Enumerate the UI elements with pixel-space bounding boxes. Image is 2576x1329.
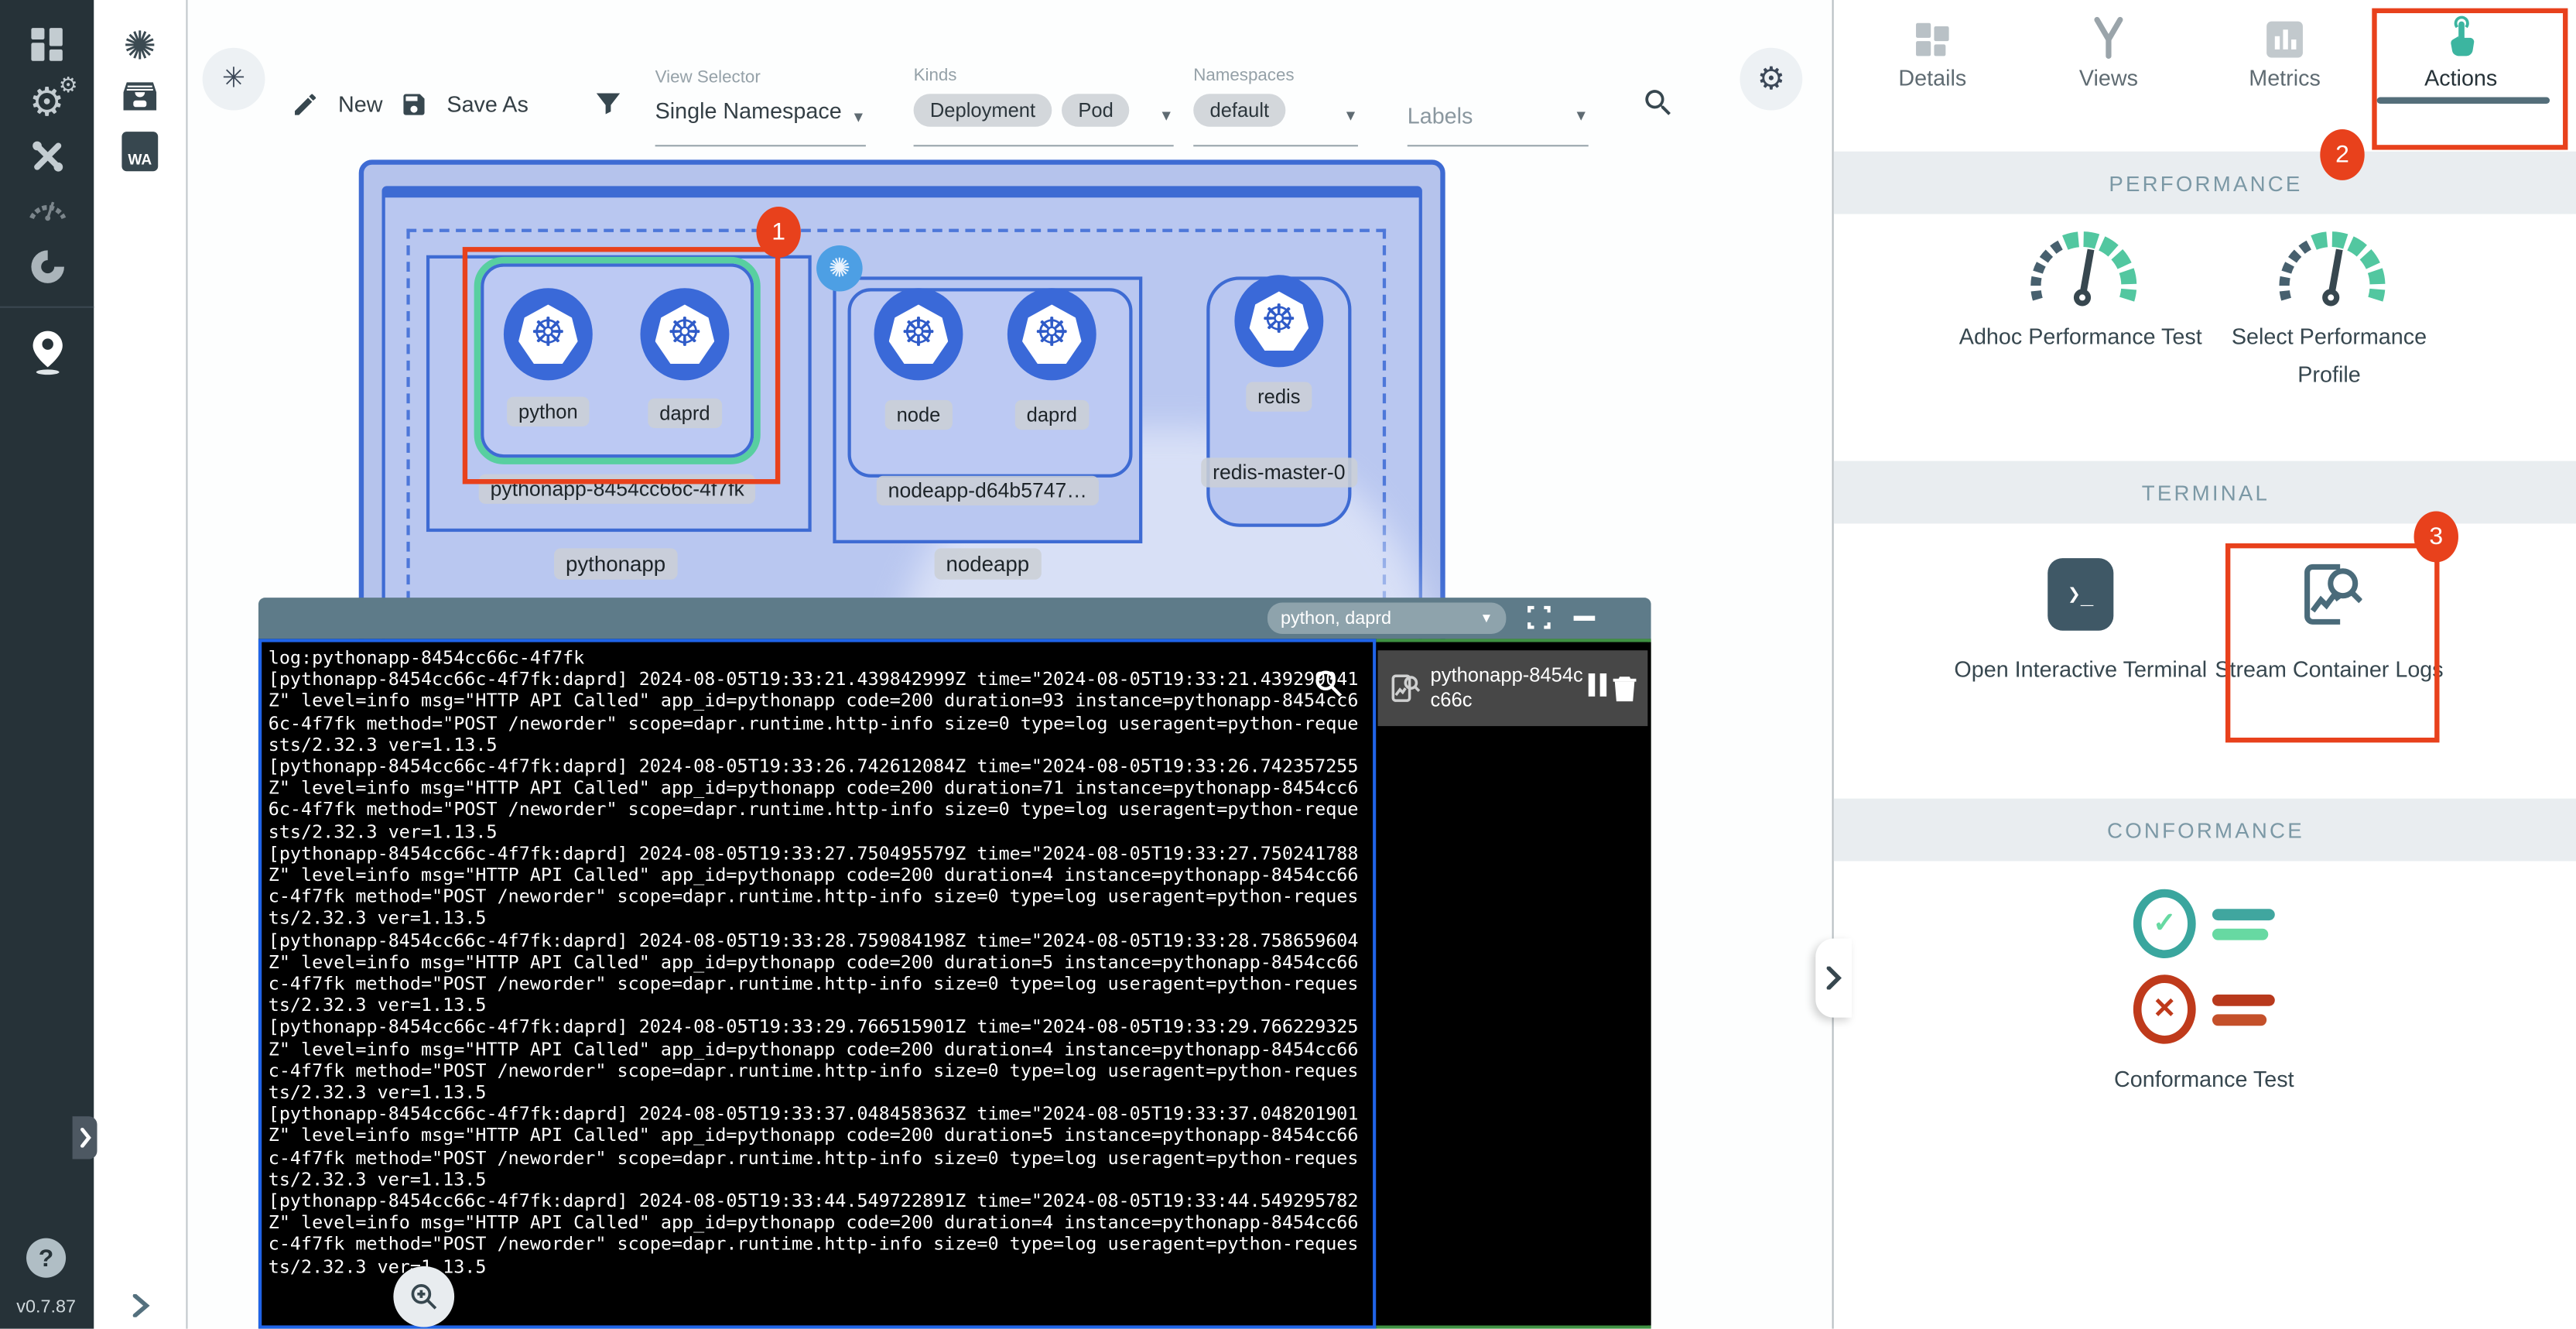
namespace-chip[interactable]: default [1193,94,1285,127]
canvas-zoom-button[interactable] [393,1266,454,1327]
group-label-pythonapp: pythonapp [554,548,677,579]
performance-gauge-icon[interactable] [0,191,94,224]
extensions-icon[interactable] [0,247,94,286]
gauge-icon [2272,228,2387,310]
settings-gear-button[interactable]: ⚙ [1740,48,1802,111]
session-tab[interactable]: pythonapp-8454cc66c [1377,650,1647,726]
search-icon[interactable] [1641,86,1676,128]
kind-chip[interactable]: Deployment [914,94,1052,127]
chevron-down-icon: ▼ [1159,107,1174,123]
canvas-menu-button[interactable]: ✳ [203,48,265,111]
log-output[interactable]: log:pythonapp-8454cc66c-4f7fk [pythonapp… [258,639,1376,1328]
details-grid-icon [1843,0,2021,60]
chevron-down-icon: ▼ [851,108,866,125]
container-label: redis [1246,382,1312,412]
lifecycle-gears-icon[interactable]: ⚙⚙ [0,79,94,127]
version-label: v0.7.87 [16,1297,76,1317]
annotation-box-2 [2372,9,2567,150]
terminal-body: log:pythonapp-8454cc66c-4f7fk [pythonapp… [258,639,1651,1328]
right-details-panel: Details Views Metrics Actions 2 PERFORMA… [1832,0,2576,1329]
chevron-down-icon: ▼ [1343,107,1358,123]
new-button[interactable]: New [292,91,383,127]
tab-metrics[interactable]: Metrics [2196,0,2374,108]
dashboard-icon[interactable] [0,26,94,63]
select-performance-profile-card[interactable]: Select Performance Profile [2198,228,2461,394]
dapr-pinwheel-icon[interactable]: ✺ [94,23,186,71]
section-header-performance: PERFORMANCE [1834,152,2576,214]
sidebar-expand-handle[interactable] [73,1116,97,1159]
sidebar-divider [0,307,94,308]
section-header-terminal: TERMINAL [1834,461,2576,524]
minimize-icon[interactable] [1574,616,1596,621]
extensions-rail: ✺ WA [94,0,187,1329]
trash-icon[interactable] [1612,673,1638,703]
fullscreen-icon[interactable] [1527,606,1551,637]
dapr-spiral-badge-icon: ✺ [816,245,863,292]
stream-logs-icon [1387,672,1421,705]
rail-expand-chevron-icon[interactable] [94,1294,186,1317]
gauge-icon [2023,228,2138,310]
conformance-test-card[interactable]: ✓ ✕ Conformance Test [2072,889,2335,1098]
annotation-badge-1: 1 [756,207,800,258]
gear-icon: ⚙ [1757,60,1785,98]
container-label: node [885,400,953,430]
annotation-badge-3: 3 [2414,511,2458,562]
pencil-icon [292,91,320,118]
kind-chip[interactable]: Pod [1062,94,1130,127]
kubernetes-wheel-icon: ☸ [901,314,936,354]
tab-views[interactable]: Views [2020,0,2198,108]
archive-inbox-icon[interactable] [94,79,186,115]
metrics-bars-icon [2196,0,2374,60]
chevron-down-icon: ▼ [1480,611,1493,625]
panel-collapse-handle[interactable] [1815,939,1852,1018]
save-as-button[interactable]: Save As [400,91,529,127]
flower-icon: ✳ [222,63,245,96]
annotation-badge-2: 2 [2320,129,2364,180]
terminal-header[interactable]: python, daprd ▼ [258,598,1651,639]
kubernetes-wheel-icon: ☸ [1034,314,1069,354]
annotation-box-3 [2225,543,2440,742]
container-selector-dropdown[interactable]: python, daprd ▼ [1267,603,1506,634]
conformance-pass-icon: ✓ [2072,889,2335,958]
configuration-tools-icon[interactable] [0,139,94,175]
pause-icon[interactable] [1589,673,1612,704]
pod-name-label: nodeapp-d64b5747… [877,476,1099,505]
views-branch-icon [2020,0,2198,60]
webassembly-icon[interactable]: WA [94,132,186,171]
container-daprd[interactable]: ☸ [1007,288,1096,380]
tab-details[interactable]: Details [1843,0,2021,108]
help-icon[interactable]: ? [26,1238,66,1278]
conformance-fail-icon: ✕ [2072,974,2335,1043]
section-header-conformance: CONFORMANCE [1834,799,2576,861]
namespaces-field[interactable]: Namespaces default ▼ [1193,66,1358,127]
save-icon [400,91,428,118]
log-terminal-window: python, daprd ▼ log:pythonapp-8454cc66c-… [258,598,1651,1328]
container-node[interactable]: ☸ [874,288,963,380]
log-search-icon[interactable] [1312,667,1345,708]
pod-name-label: redis-master-0 [1201,457,1356,487]
open-interactive-terminal-card[interactable]: ❯_ Open Interactive Terminal [1949,558,2212,688]
kubernetes-wheel-icon: ☸ [1261,301,1297,341]
group-label-nodeapp: nodeapp [935,548,1041,579]
view-selector-field[interactable]: View Selector Single Namespace ▼ [655,67,866,123]
left-sidebar: ⚙⚙ ? v0.7.87 [0,0,94,1329]
chevron-down-icon: ▼ [1574,107,1589,123]
kanvas-pin-icon[interactable] [0,329,94,375]
canvas-area: ✳ New Save As View Selector Single Names… [186,0,1832,1329]
terminal-session-list: pythonapp-8454cc66c [1376,642,1651,1326]
container-label: daprd [1015,400,1089,430]
kinds-field[interactable]: Kinds Deployment Pod ▼ [914,66,1174,127]
adhoc-performance-card[interactable]: Adhoc Performance Test [1949,228,2212,356]
terminal-icon: ❯_ [2047,558,2113,631]
container-redis[interactable]: ☸ [1234,275,1323,367]
filter-funnel-icon[interactable] [593,87,624,128]
labels-filter-field[interactable]: Labels ▼ [1408,102,1589,132]
annotation-box-1 [463,247,781,484]
